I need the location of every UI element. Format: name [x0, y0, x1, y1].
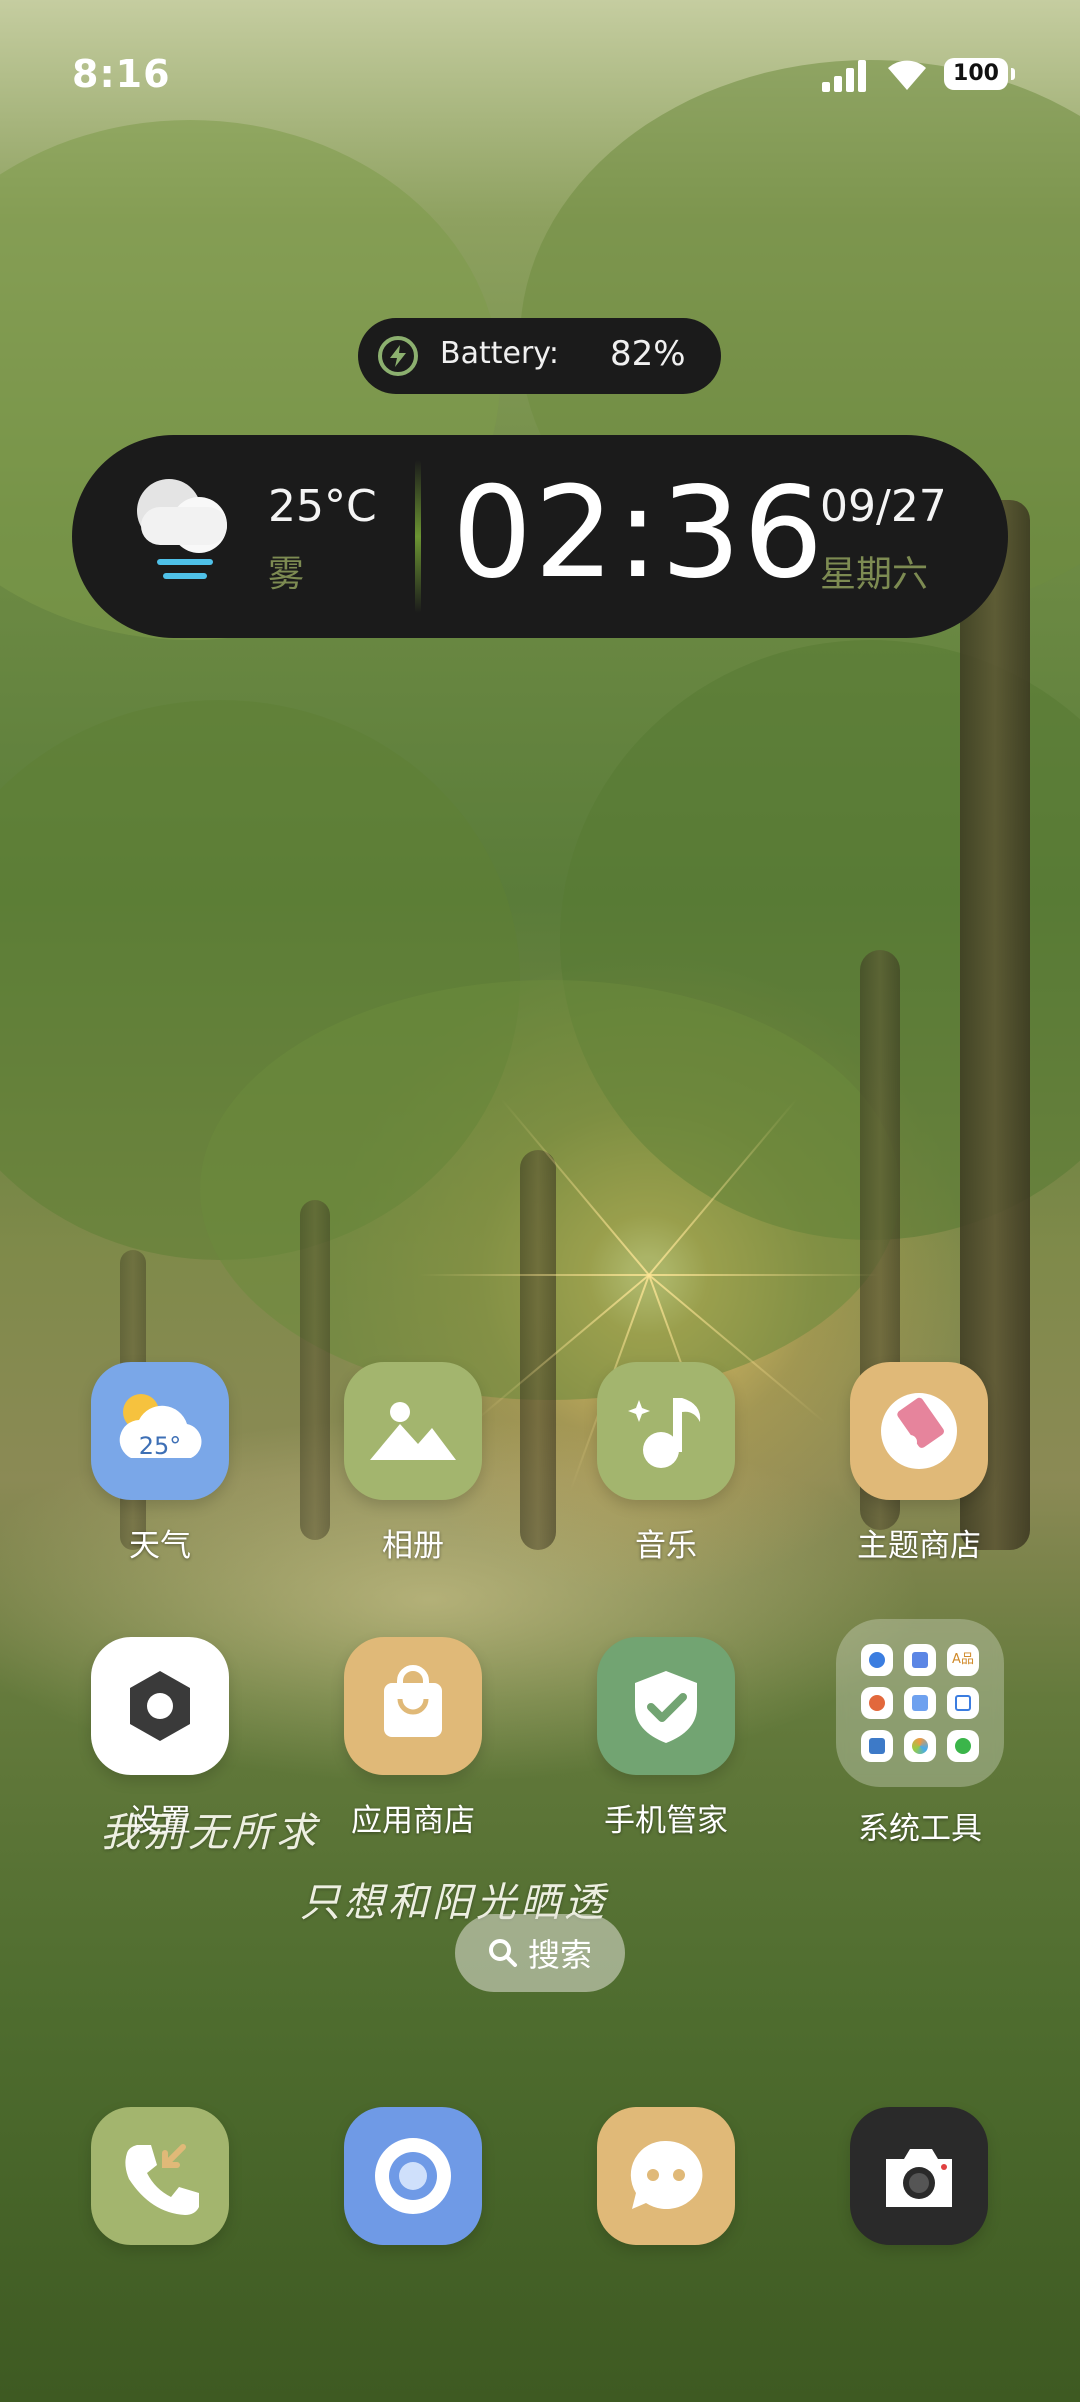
app-gallery[interactable]: 相册 [313, 1362, 513, 1565]
app-label: 天气 [129, 1528, 191, 1564]
app-music[interactable]: 音乐 [566, 1362, 766, 1565]
theme-store-icon [850, 1362, 988, 1500]
bolt-icon [378, 336, 418, 376]
phone-manager-icon [597, 1637, 735, 1775]
widget-divider [415, 460, 421, 613]
folder-app-icon [861, 1687, 893, 1719]
status-time: 8:16 [72, 52, 171, 96]
weather-icon: 25° [91, 1362, 229, 1500]
app-weather[interactable]: 25° 天气 [60, 1362, 260, 1565]
folder-app-icon [904, 1644, 936, 1676]
dock-camera[interactable] [850, 2107, 988, 2245]
browser-icon [375, 2138, 451, 2214]
signal-icon [822, 58, 870, 92]
music-icon [597, 1362, 735, 1500]
weather-condition: 雾 [268, 554, 305, 595]
app-theme-store[interactable]: 主题商店 [819, 1362, 1019, 1565]
app-label: 音乐 [635, 1528, 697, 1564]
folder-app-icon [947, 1730, 979, 1762]
battery-status-icon: 100 [944, 58, 1015, 90]
app-label: 主题商店 [857, 1528, 981, 1564]
folder-app-icon [861, 1644, 893, 1676]
search-icon [488, 1939, 517, 1967]
folder-system-tools[interactable]: A品 [836, 1619, 1004, 1787]
camera-icon [886, 2149, 952, 2207]
gallery-icon [344, 1362, 482, 1500]
folder-app-icon [947, 1687, 979, 1719]
wallpaper-text-line1: 我别无所求 [100, 1810, 320, 1856]
weather-badge: 25° [138, 1432, 182, 1460]
folder-app-icon: A品 [947, 1644, 979, 1676]
dock-phone[interactable] [91, 2107, 229, 2245]
phone-icon [125, 2144, 199, 2215]
clock-weather-widget[interactable]: 25°C 雾 02:36 09/27 星期六 [72, 435, 1008, 638]
temperature: 25°C [268, 481, 377, 532]
folder-app-icon [904, 1687, 936, 1719]
app-label: 应用商店 [351, 1803, 475, 1839]
dock-browser[interactable] [344, 2107, 482, 2245]
dock-messages[interactable] [597, 2107, 735, 2245]
folder-label: 系统工具 [858, 1811, 982, 1847]
battery-widget-label: Battery: [440, 336, 559, 371]
search-label: 搜索 [527, 1936, 592, 1974]
app-label: 手机管家 [604, 1803, 728, 1839]
folder-app-icon [904, 1730, 936, 1762]
status-bar: 8:16 100 [0, 0, 1080, 150]
clock-time: 02:36 [452, 459, 826, 606]
wifi-icon [888, 60, 926, 90]
battery-widget[interactable]: Battery: 82% [358, 318, 721, 394]
messages-icon [630, 2140, 703, 2209]
clock-weekday: 星期六 [820, 554, 929, 595]
app-label: 相册 [382, 1528, 444, 1564]
folder-app-icon [861, 1730, 893, 1762]
clock-date: 09/27 [820, 481, 947, 532]
app-store-icon [344, 1637, 482, 1775]
battery-widget-value: 82% [610, 334, 686, 374]
app-phone-manager[interactable]: 手机管家 [566, 1637, 766, 1840]
search-button[interactable]: 搜索 [455, 1914, 625, 1992]
settings-icon [91, 1637, 229, 1775]
app-app-store[interactable]: 应用商店 [313, 1637, 513, 1840]
fog-weather-icon [137, 479, 227, 579]
